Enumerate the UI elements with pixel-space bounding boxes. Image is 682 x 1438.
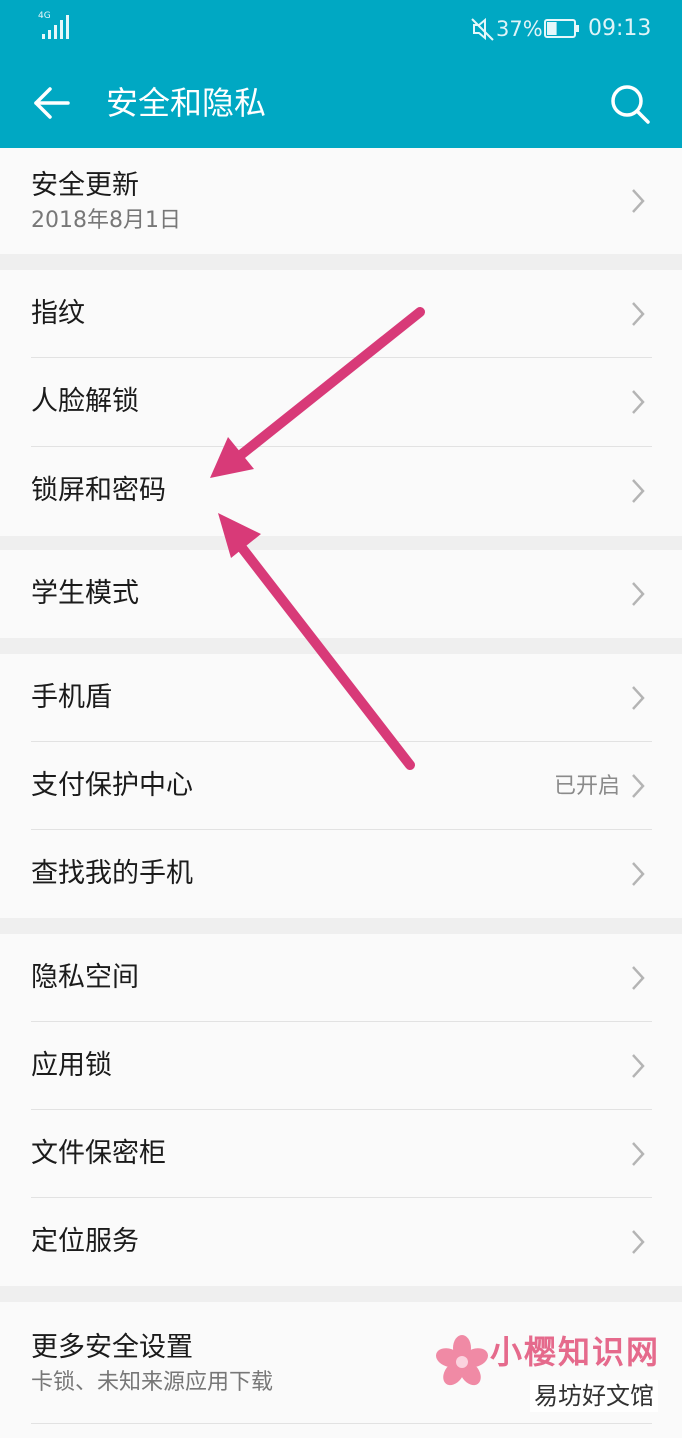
settings-item-privacy-space[interactable]: 隐私空间	[0, 934, 682, 1021]
settings-item-app-lock[interactable]: 应用锁	[0, 1022, 682, 1110]
status-value: 已开启	[553, 774, 620, 799]
chevron-right-icon	[632, 1142, 645, 1166]
chevron-right-icon	[632, 302, 645, 326]
settings-item-subtitle: 2018年8月1日	[31, 208, 181, 233]
settings-item-label: 锁屏和密码	[31, 475, 166, 506]
chevron-right-icon	[632, 1054, 645, 1078]
watermark-title: 小樱知识网	[490, 1333, 661, 1371]
settings-section-student: 学生模式	[0, 550, 682, 638]
sakura-logo-icon	[436, 1335, 488, 1386]
settings-item-subtitle: 卡锁、未知来源应用下载	[31, 1370, 274, 1395]
chevron-right-icon	[632, 686, 645, 710]
settings-item-find-my-phone[interactable]: 查找我的手机	[0, 830, 682, 918]
settings-item-label: 人脸解锁	[31, 386, 139, 417]
settings-item-label: 学生模式	[31, 578, 139, 609]
battery-icon	[544, 19, 579, 38]
mute-icon	[471, 17, 494, 41]
settings-item-fingerprint[interactable]: 指纹	[0, 270, 682, 358]
settings-item-label: 手机盾	[31, 682, 112, 713]
chevron-right-icon	[632, 582, 645, 606]
settings-item-phone-shield[interactable]: 手机盾	[0, 654, 682, 741]
settings-item-label: 更多安全设置	[31, 1332, 193, 1363]
chevron-right-icon	[632, 1230, 645, 1254]
chevron-right-icon	[632, 966, 645, 990]
settings-item-file-safe[interactable]: 文件保密柜	[0, 1110, 682, 1198]
settings-item-label: 文件保密柜	[31, 1138, 166, 1169]
settings-item-face-unlock[interactable]: 人脸解锁	[0, 358, 682, 446]
settings-item-label: 安全更新	[31, 170, 139, 201]
chevron-right-icon	[632, 479, 645, 503]
settings-section-protection: 手机盾 支付保护中心 已开启 查找我的手机	[0, 654, 682, 918]
app-header: 4G 37% 09:13 安全和隐私	[0, 0, 682, 148]
watermark-subtitle: 易坊好文馆	[530, 1380, 658, 1412]
clock: 09:13	[588, 16, 652, 41]
settings-item-student-mode[interactable]: 学生模式	[0, 550, 682, 638]
settings-item-lock-screen-password[interactable]: 锁屏和密码	[0, 447, 682, 536]
settings-item-label: 定位服务	[31, 1226, 139, 1257]
back-arrow-icon[interactable]	[26, 78, 78, 128]
settings-section-update: 安全更新 2018年8月1日	[0, 148, 682, 254]
settings-item-label: 应用锁	[31, 1050, 112, 1081]
settings-item-security-update[interactable]: 安全更新 2018年8月1日	[0, 148, 682, 254]
battery-percent: 37%	[496, 17, 543, 41]
settings-item-label: 隐私空间	[31, 962, 139, 993]
signal-icon	[42, 15, 69, 39]
chevron-right-icon	[632, 390, 645, 414]
settings-section-unlock: 指纹 人脸解锁 锁屏和密码	[0, 270, 682, 536]
settings-item-label: 指纹	[31, 298, 85, 329]
settings-item-label: 查找我的手机	[31, 858, 193, 889]
settings-item-payment-protection[interactable]: 支付保护中心 已开启	[0, 742, 682, 830]
settings-section-privacy: 隐私空间 应用锁 文件保密柜 定位服务	[0, 934, 682, 1286]
chevron-right-icon	[632, 862, 645, 886]
page-title: 安全和隐私	[106, 84, 267, 122]
settings-item-location-services[interactable]: 定位服务	[0, 1198, 682, 1286]
watermark: 小樱知识网 易坊好文馆	[432, 1332, 682, 1428]
chevron-right-icon	[632, 189, 645, 213]
chevron-right-icon	[632, 774, 645, 798]
search-icon[interactable]	[604, 78, 656, 130]
status-bar: 4G 37% 09:13	[0, 0, 682, 58]
settings-item-label: 支付保护中心	[31, 770, 193, 801]
